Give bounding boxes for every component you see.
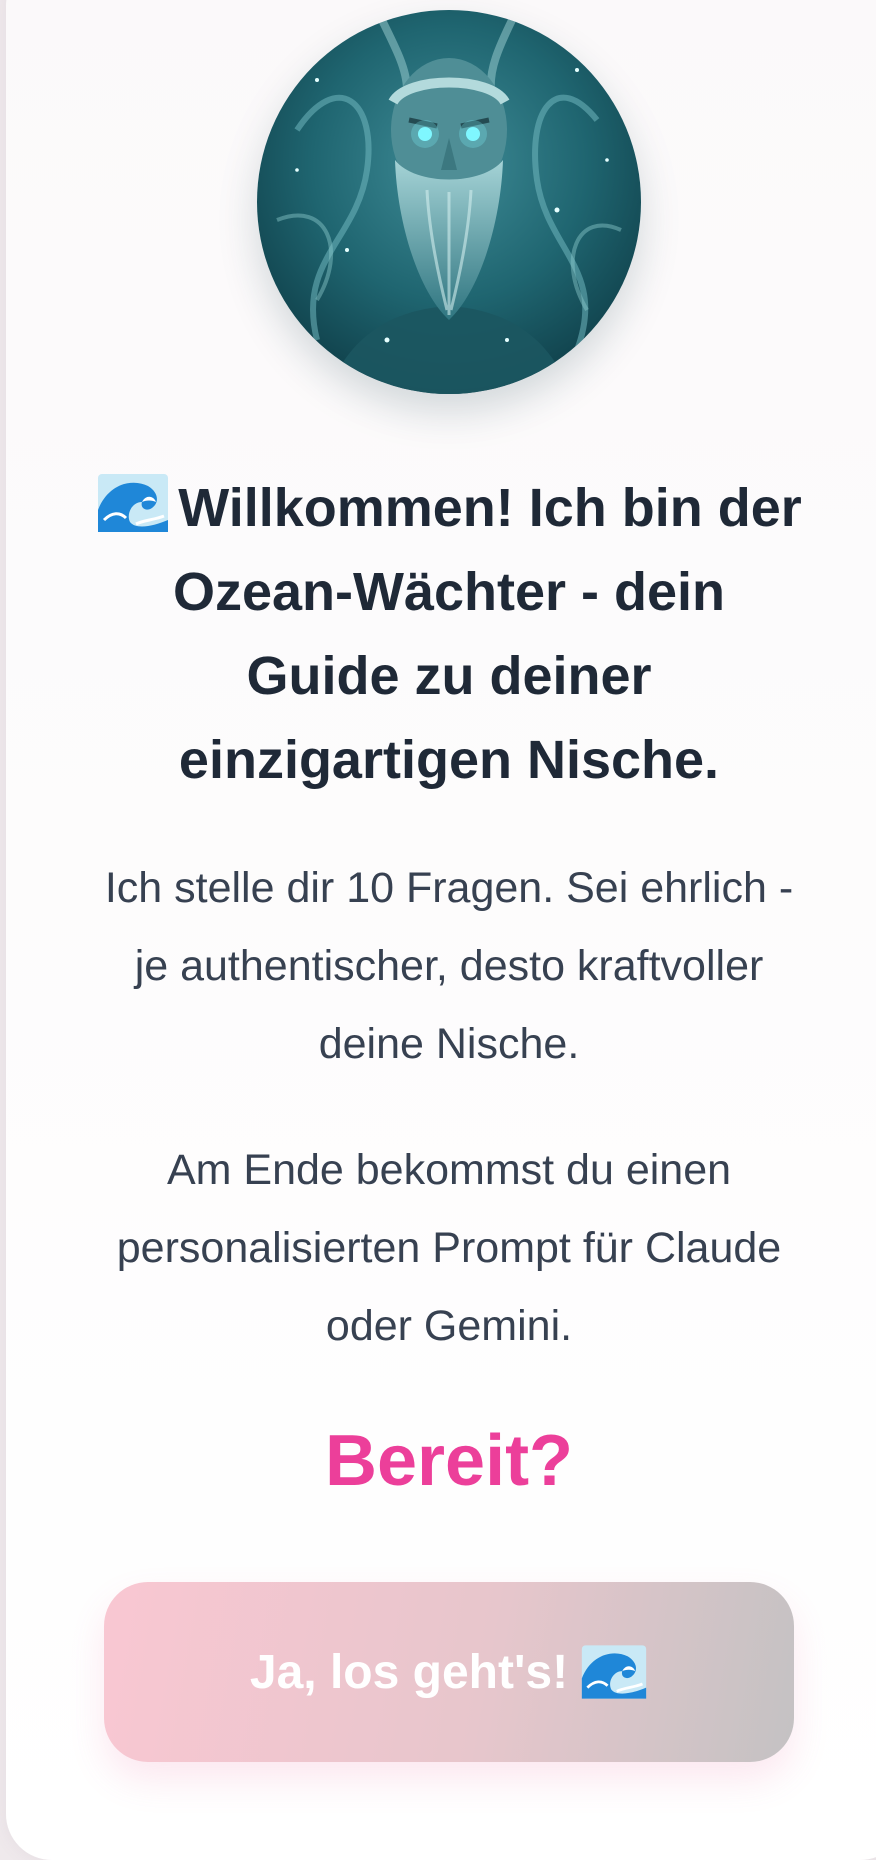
start-button-label: Ja, los geht's!: [249, 1645, 569, 1699]
intro-text: Ich stelle dir 10 Fragen. Sei ehrlich - …: [104, 864, 794, 1068]
welcome-title: Willkommen! Ich bin der Ozean-Wächter - …: [90, 466, 808, 802]
outcome-text: Am Ende bekommst du einen personalisiert…: [116, 1146, 782, 1350]
water-wave-icon: [98, 474, 169, 532]
start-button[interactable]: Ja, los geht's!: [104, 1582, 794, 1762]
water-wave-icon: [581, 1645, 647, 1699]
ready-question: Bereit?: [324, 1421, 574, 1501]
ocean-guardian-avatar: [257, 10, 641, 394]
